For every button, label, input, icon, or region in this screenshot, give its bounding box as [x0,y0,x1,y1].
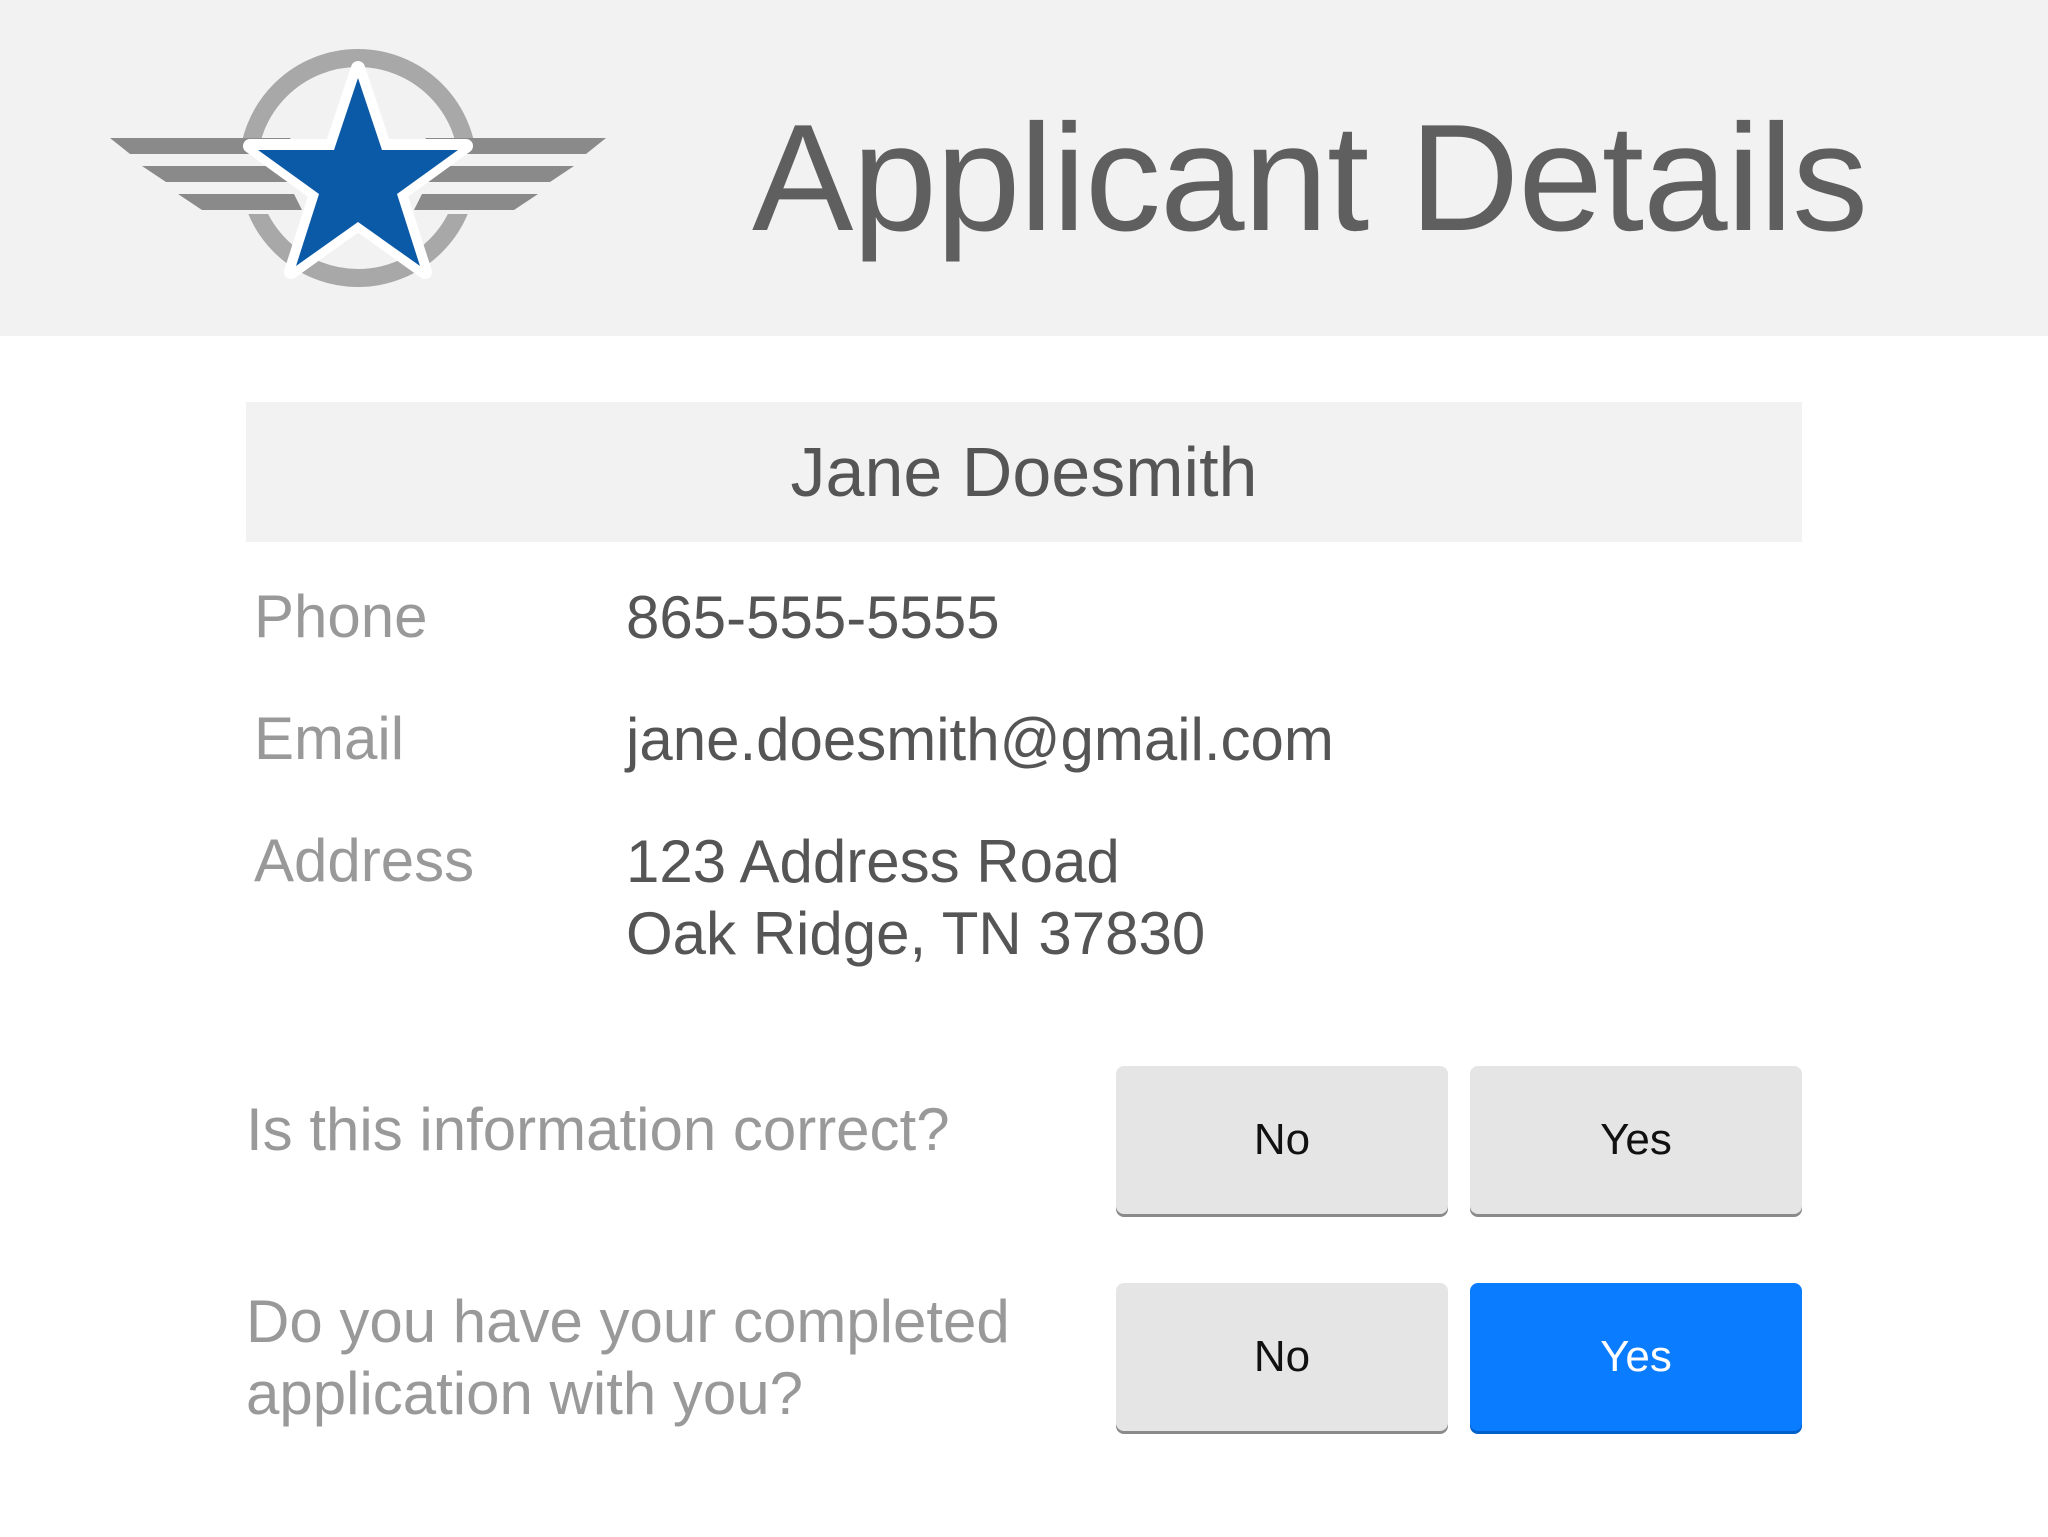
info-correct-no-button[interactable]: No [1116,1066,1448,1214]
phone-value: 865-555-5555 [626,584,1000,651]
header-bar: Applicant Details [0,0,2048,336]
info-correct-yes-button[interactable]: Yes [1470,1066,1802,1214]
address-label: Address [254,827,475,894]
address-line-1: 123 Address Road [626,828,1120,895]
star-wings-logo-icon [110,46,606,292]
address-line-2: Oak Ridge, TN 37830 [626,900,1206,967]
question-completed-application: Do you have your completed application w… [246,1288,1010,1427]
completed-application-no-button[interactable]: No [1116,1283,1448,1431]
phone-label: Phone [254,583,428,650]
email-value: jane.doesmith@gmail.com [626,706,1334,773]
question-info-correct: Is this information correct? [246,1096,950,1163]
page-title: Applicant Details [752,93,1868,263]
applicant-name: Jane Doesmith [790,433,1258,511]
email-label: Email [254,705,405,772]
applicant-details-page: Applicant Details Jane Doesmith Phone 86… [0,0,2048,1537]
completed-application-yes-button[interactable]: Yes [1470,1283,1802,1431]
applicant-name-bar: Jane Doesmith [246,402,1802,542]
